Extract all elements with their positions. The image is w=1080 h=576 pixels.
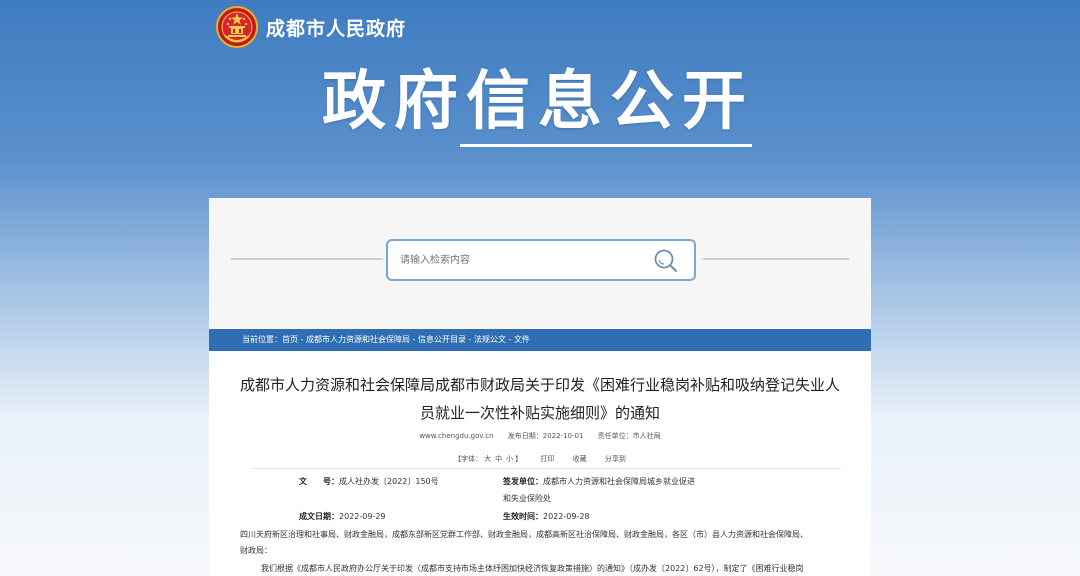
article-title-line: 员就业一次性补贴实施细则》的通知 xyxy=(419,404,660,422)
font-large-button[interactable]: 大 xyxy=(484,455,491,463)
national-emblem-icon xyxy=(216,6,258,48)
font-size-controls: 【字体：大中小】 xyxy=(454,455,522,463)
publish-date-value: 2022-10-01 xyxy=(542,432,584,440)
article-title: 成都市人力资源和社会保障局成都市财政局关于印发《困难行业稳岗补贴和吸纳登记失业人… xyxy=(229,371,851,427)
effective-date-value: 2022-09-28 xyxy=(543,512,590,521)
responsible-unit-value: 市人社局 xyxy=(632,432,661,440)
written-date-value: 2022-09-29 xyxy=(339,512,386,521)
share-button[interactable]: 分享到 xyxy=(605,455,626,463)
font-medium-button[interactable]: 中 xyxy=(495,455,502,463)
doc-number: 文 号：成人社办发〔2022〕150号 xyxy=(299,476,439,487)
doc-number-label: 文 号： xyxy=(299,477,339,486)
search-input[interactable] xyxy=(398,250,642,270)
breadcrumb-prefix: 当前位置： xyxy=(242,335,282,344)
banner-title: 政府信息公开 xyxy=(322,65,754,139)
article-title-line: 成都市人力资源和社会保障局成都市财政局关于印发《困难行业稳岗补贴和吸纳登记失业人 xyxy=(239,376,840,394)
search-box xyxy=(386,239,696,281)
favorite-button[interactable]: 收藏 xyxy=(573,455,587,463)
publish-date: 发布日期：2022-10-01 xyxy=(508,432,584,440)
search-divider-right xyxy=(703,258,849,260)
breadcrumb-separator: - xyxy=(409,335,418,344)
effective-date: 生效时间：2022-09-28 xyxy=(503,511,590,522)
print-button[interactable]: 打印 xyxy=(540,455,554,463)
breadcrumb-home[interactable]: 首页 xyxy=(282,335,298,344)
responsible-unit-label: 责任单位： xyxy=(597,432,633,440)
search-divider-left xyxy=(231,258,383,260)
written-date: 成文日期：2022-09-29 xyxy=(299,511,386,522)
breadcrumb-bureau[interactable]: 成都市人力资源和社会保障局 xyxy=(306,335,410,344)
publish-date-label: 发布日期： xyxy=(507,432,543,440)
article-meta: www.chengdu.gov.cn 发布日期：2022-10-01 责任单位：… xyxy=(209,431,871,441)
article-tools: 【字体：大中小】 打印 收藏 分享到 xyxy=(209,454,871,464)
issuing-unit-value-line2: 和失业保险处 xyxy=(503,494,551,503)
font-size-label: 【字体： xyxy=(454,455,483,463)
banner-underline xyxy=(460,144,752,147)
breadcrumb-catalog[interactable]: 信息公开目录 xyxy=(418,335,466,344)
search-icon[interactable] xyxy=(652,247,680,273)
issuing-unit-label: 签发单位： xyxy=(503,477,543,486)
source-site: www.chengdu.gov.cn xyxy=(419,432,494,440)
breadcrumb-separator: - xyxy=(298,335,306,344)
breadcrumb-regulations[interactable]: 法规公文 xyxy=(474,335,506,344)
font-small-button[interactable]: 小 xyxy=(506,455,513,463)
body-paragraph: 我们根据《成都市人民政府办公厅关于印发〈成都市支持市场主体纾困加快经济恢复政策措… xyxy=(261,564,804,573)
issuing-unit-continued: 和失业保险处 xyxy=(503,493,551,504)
doc-number-value: 成人社办发〔2022〕150号 xyxy=(339,477,439,486)
issuing-unit-value: 成都市人力资源和社会保障局城乡就业促进 xyxy=(543,477,695,486)
content-panel: 当前位置：首页 - 成都市人力资源和社会保障局 - 信息公开目录 - 法规公文 … xyxy=(209,198,871,576)
issuing-unit: 签发单位：成都市人力资源和社会保障局城乡就业促进 xyxy=(503,476,695,487)
responsible-unit: 责任单位：市人社局 xyxy=(598,432,661,440)
written-date-label: 成文日期： xyxy=(299,512,339,521)
site-name[interactable]: 成都市人民政府 xyxy=(266,14,406,41)
breadcrumb: 当前位置：首页 - 成都市人力资源和社会保障局 - 信息公开目录 - 法规公文 … xyxy=(209,329,871,351)
site-header: 成都市人民政府 政府信息公开 xyxy=(0,0,1080,200)
recipients-line: 财政局： xyxy=(240,546,272,555)
breadcrumb-separator: - xyxy=(465,335,474,344)
info-divider xyxy=(253,468,841,469)
recipients-line: 四川天府新区治理和社事局、财政金融局，成都东部新区党群工作部、财政金融局，成都高… xyxy=(240,530,808,539)
search-area xyxy=(209,198,871,329)
breadcrumb-separator: - xyxy=(505,335,514,344)
breadcrumb-documents[interactable]: 文件 xyxy=(514,335,530,344)
font-size-end: 】 xyxy=(515,455,523,463)
effective-date-label: 生效时间： xyxy=(503,512,543,521)
